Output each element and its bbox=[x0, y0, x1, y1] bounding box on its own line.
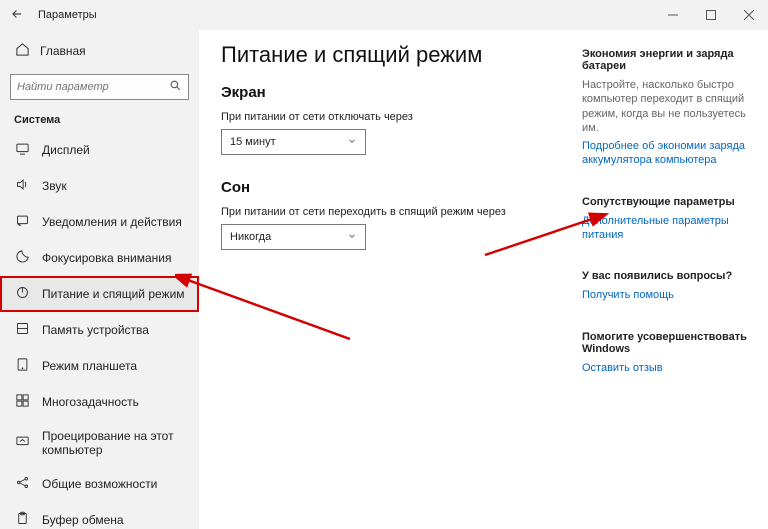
sidebar-item-label: Буфер обмена bbox=[42, 513, 124, 527]
sidebar-item-label: Питание и спящий режим bbox=[42, 287, 185, 301]
help-link[interactable]: Получить помощь bbox=[582, 288, 674, 302]
search-input[interactable] bbox=[10, 74, 189, 100]
focus-icon bbox=[14, 249, 30, 267]
chevron-down-icon bbox=[347, 136, 357, 149]
related-link[interactable]: Дополнительные параметры питания bbox=[582, 214, 750, 243]
sidebar-home-label: Главная bbox=[40, 44, 86, 58]
minimize-button[interactable] bbox=[654, 0, 692, 30]
display-icon bbox=[14, 141, 30, 159]
chevron-down-icon bbox=[347, 231, 357, 244]
window-title: Параметры bbox=[38, 9, 97, 21]
sidebar-item-focus[interactable]: Фокусировка внимания bbox=[0, 240, 199, 276]
energy-title: Экономия энергии и заряда батареи bbox=[582, 48, 750, 72]
project-icon bbox=[14, 434, 30, 452]
sound-icon bbox=[14, 177, 30, 195]
sidebar: Главная Система Дисплей Звук bbox=[0, 30, 199, 529]
sidebar-item-display[interactable]: Дисплей bbox=[0, 132, 199, 168]
close-button[interactable] bbox=[730, 0, 768, 30]
sidebar-item-label: Общие возможности bbox=[42, 477, 157, 491]
back-icon[interactable] bbox=[10, 7, 26, 24]
sidebar-section-title: Система bbox=[0, 104, 199, 132]
help-title: У вас появились вопросы? bbox=[582, 270, 750, 282]
power-icon bbox=[14, 285, 30, 303]
home-icon bbox=[14, 42, 30, 60]
sidebar-item-power[interactable]: Питание и спящий режим bbox=[0, 276, 199, 312]
sleep-value: Никогда bbox=[230, 231, 271, 243]
tablet-icon bbox=[14, 357, 30, 375]
sidebar-item-label: Дисплей bbox=[42, 143, 90, 157]
sidebar-item-label: Звук bbox=[42, 179, 67, 193]
titlebar: Параметры bbox=[0, 0, 768, 30]
energy-link[interactable]: Подробнее об экономии заряда аккумулятор… bbox=[582, 139, 750, 168]
screen-off-value: 15 минут bbox=[230, 136, 276, 148]
sidebar-item-shared[interactable]: Общие возможности bbox=[0, 466, 199, 502]
screen-off-select[interactable]: 15 минут bbox=[221, 129, 366, 155]
feedback-title: Помогите усовершенствовать Windows bbox=[582, 331, 750, 355]
sidebar-item-label: Память устройства bbox=[42, 323, 149, 337]
sleep-heading: Сон bbox=[221, 179, 562, 196]
multitask-icon bbox=[14, 393, 30, 411]
sidebar-item-label: Уведомления и действия bbox=[42, 215, 182, 229]
clipboard-icon bbox=[14, 511, 30, 529]
shared-icon bbox=[14, 475, 30, 493]
sidebar-item-storage[interactable]: Память устройства bbox=[0, 312, 199, 348]
sidebar-item-notifications[interactable]: Уведомления и действия bbox=[0, 204, 199, 240]
energy-desc: Настройте, насколько быстро компьютер пе… bbox=[582, 78, 750, 135]
sidebar-item-projecting[interactable]: Проецирование на этот компьютер bbox=[0, 420, 199, 466]
feedback-link[interactable]: Оставить отзыв bbox=[582, 361, 663, 375]
search-field[interactable] bbox=[17, 81, 169, 93]
screen-off-label: При питании от сети отключать через bbox=[221, 111, 562, 123]
sleep-select[interactable]: Никогда bbox=[221, 224, 366, 250]
search-icon bbox=[169, 79, 182, 95]
related-title: Сопутствующие параметры bbox=[582, 196, 750, 208]
sidebar-home[interactable]: Главная bbox=[0, 36, 199, 66]
sidebar-item-sound[interactable]: Звук bbox=[0, 168, 199, 204]
maximize-button[interactable] bbox=[692, 0, 730, 30]
storage-icon bbox=[14, 321, 30, 339]
page-title: Питание и спящий режим bbox=[221, 42, 562, 68]
screen-heading: Экран bbox=[221, 84, 562, 101]
sidebar-item-multitask[interactable]: Многозадачность bbox=[0, 384, 199, 420]
sidebar-item-label: Режим планшета bbox=[42, 359, 137, 373]
sleep-label: При питании от сети переходить в спящий … bbox=[221, 206, 562, 218]
sidebar-item-clipboard[interactable]: Буфер обмена bbox=[0, 502, 199, 529]
sidebar-item-label: Фокусировка внимания bbox=[42, 251, 171, 265]
sidebar-item-label: Многозадачность bbox=[42, 395, 139, 409]
sidebar-item-tablet[interactable]: Режим планшета bbox=[0, 348, 199, 384]
notifications-icon bbox=[14, 213, 30, 231]
sidebar-item-label: Проецирование на этот компьютер bbox=[42, 429, 185, 457]
